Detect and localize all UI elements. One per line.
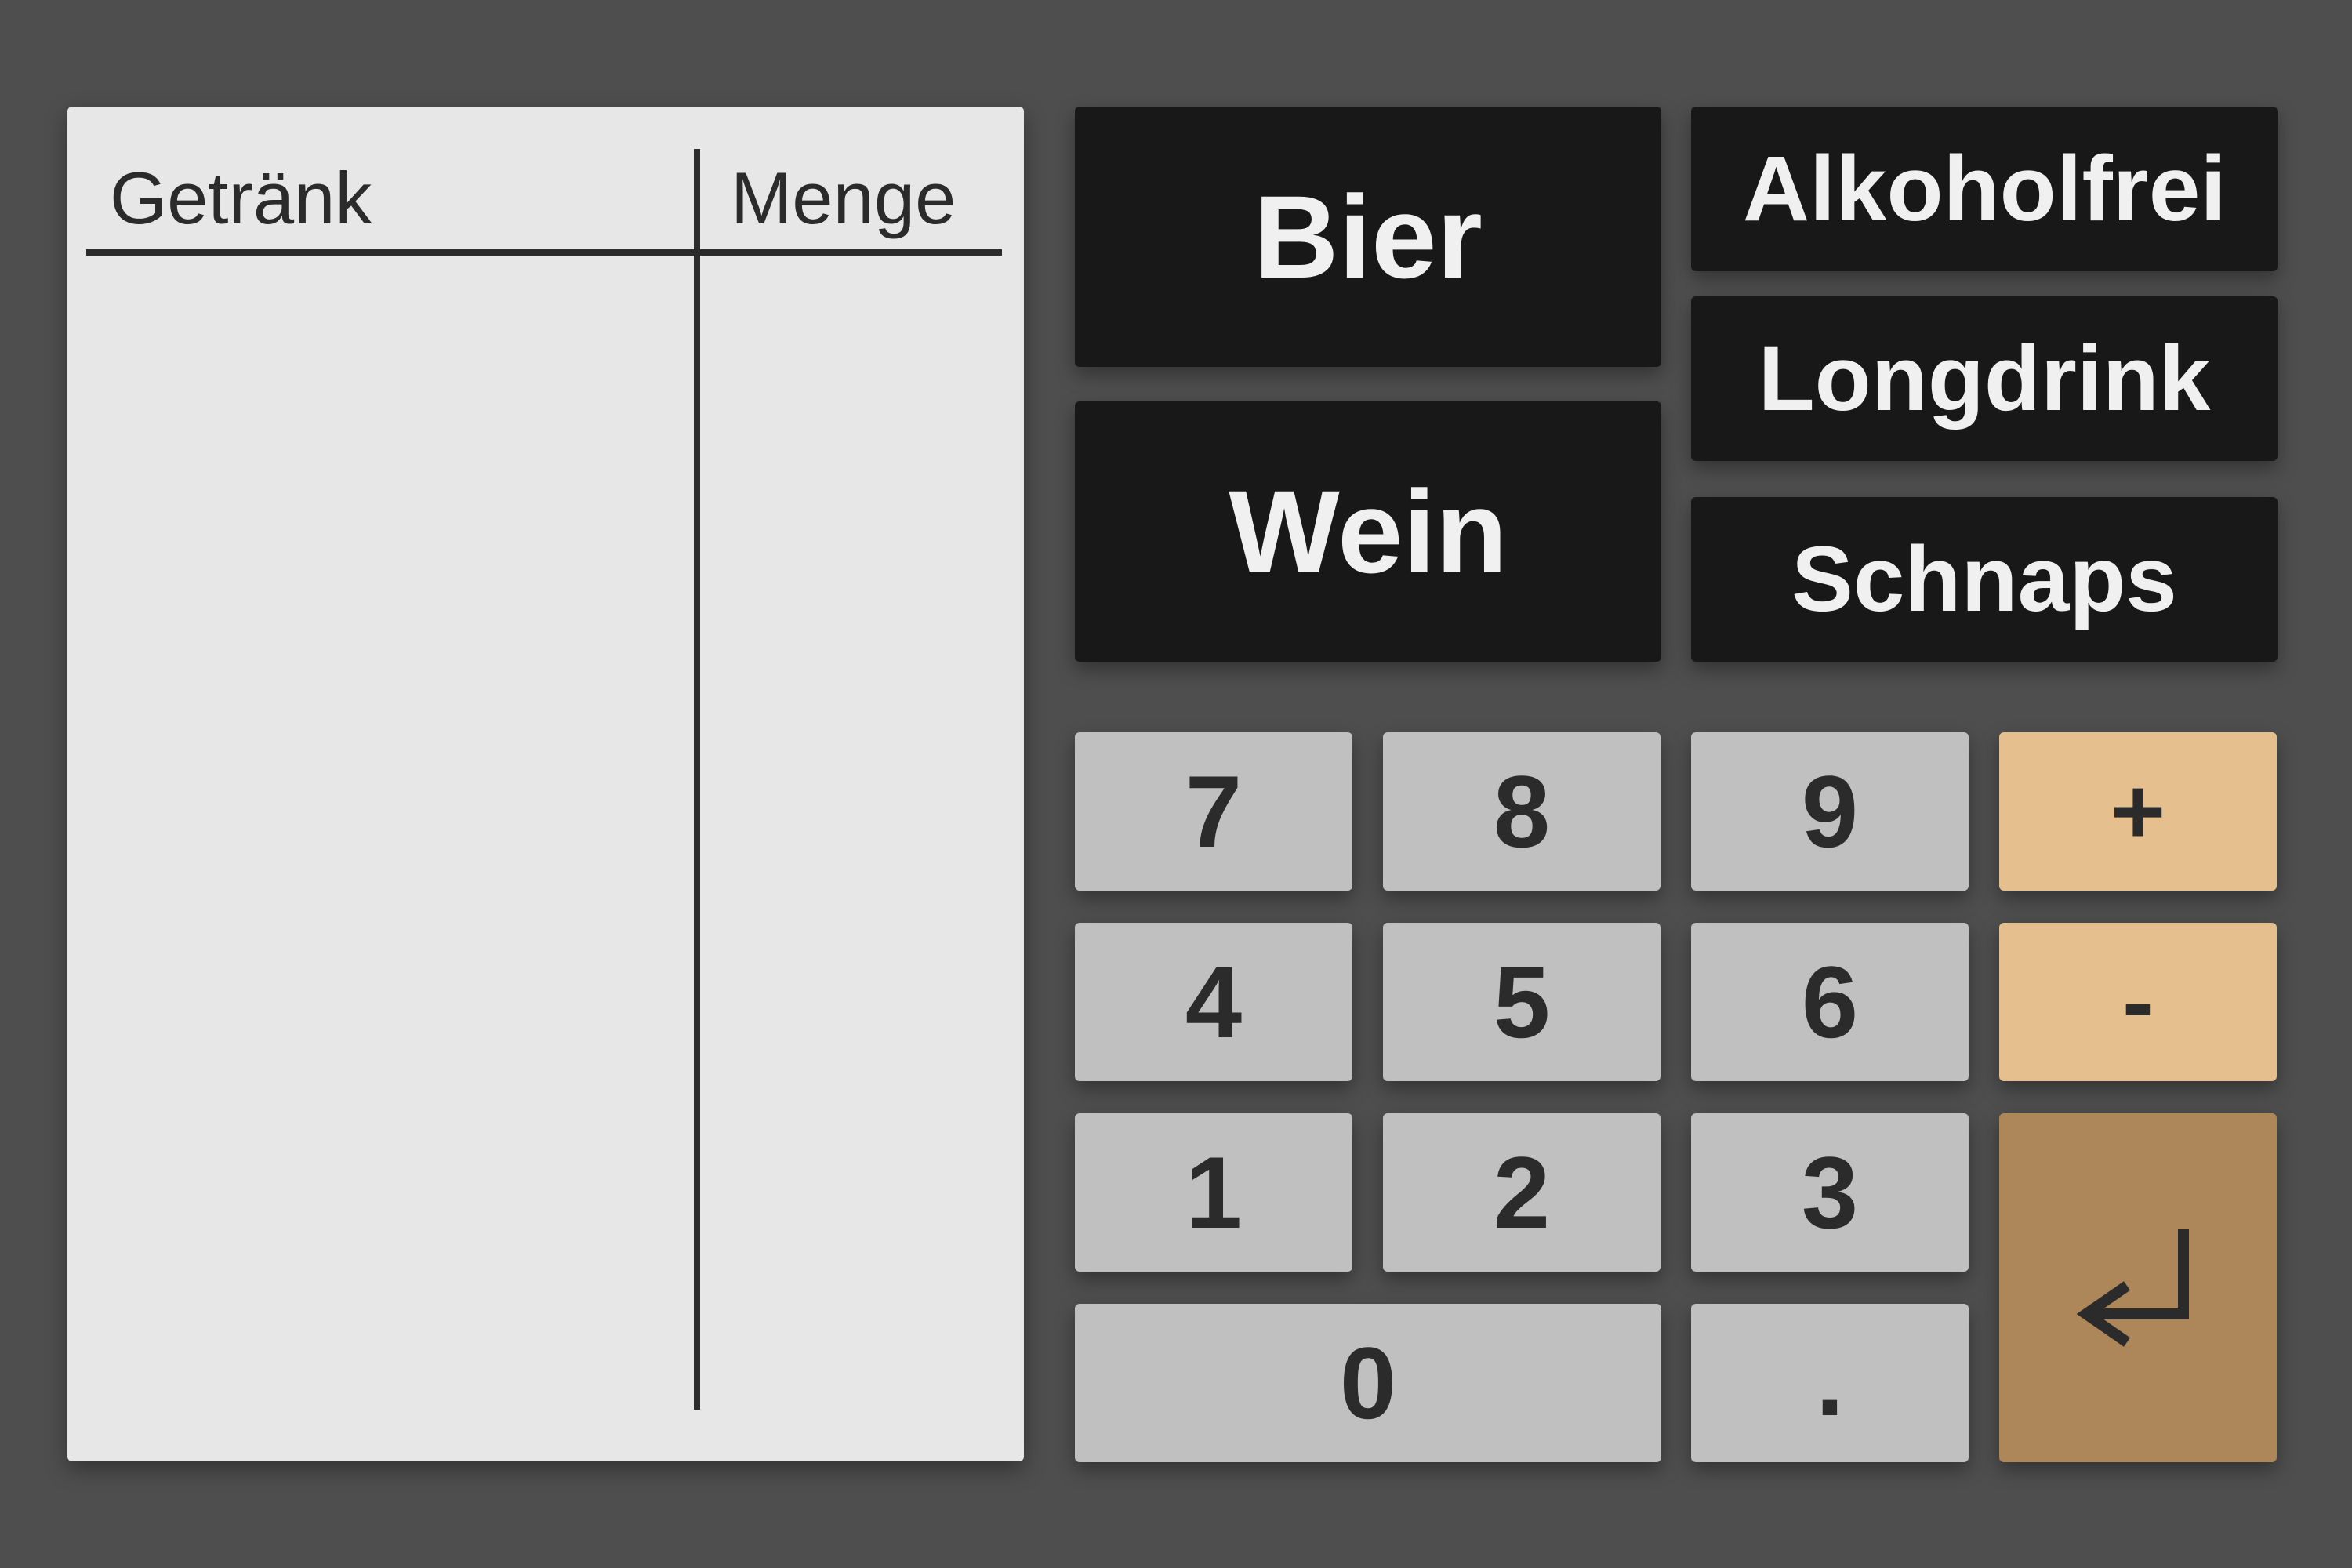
order-table-panel: Getränk Menge [67, 107, 1024, 1461]
key-8[interactable]: 8 [1383, 732, 1661, 891]
enter-return-icon [2076, 1229, 2189, 1347]
key-9[interactable]: 9 [1691, 732, 1969, 891]
key-7[interactable]: 7 [1075, 732, 1352, 891]
pos-screen: Getränk Menge Bier Wein Alkoholfrei Long… [0, 0, 2352, 1568]
key-0[interactable]: 0 [1075, 1304, 1661, 1462]
key-2[interactable]: 2 [1383, 1113, 1661, 1272]
minus-button[interactable]: - [1999, 923, 2277, 1081]
key-decimal[interactable]: . [1691, 1304, 1969, 1462]
key-6[interactable]: 6 [1691, 923, 1969, 1081]
plus-button[interactable]: + [1999, 732, 2277, 891]
alkoholfrei-button[interactable]: Alkoholfrei [1691, 107, 2278, 271]
enter-button[interactable] [1999, 1113, 2277, 1462]
column-header-drink: Getränk [110, 157, 372, 239]
wein-button[interactable]: Wein [1075, 401, 1661, 662]
bier-button[interactable]: Bier [1075, 107, 1661, 367]
key-3[interactable]: 3 [1691, 1113, 1969, 1272]
schnaps-button[interactable]: Schnaps [1691, 497, 2278, 662]
key-1[interactable]: 1 [1075, 1113, 1352, 1272]
longdrink-button[interactable]: Longdrink [1691, 296, 2278, 461]
header-divider [86, 249, 1002, 256]
key-5[interactable]: 5 [1383, 923, 1661, 1081]
key-4[interactable]: 4 [1075, 923, 1352, 1081]
column-header-quantity: Menge [731, 157, 956, 239]
order-item-list[interactable] [86, 263, 1002, 1408]
